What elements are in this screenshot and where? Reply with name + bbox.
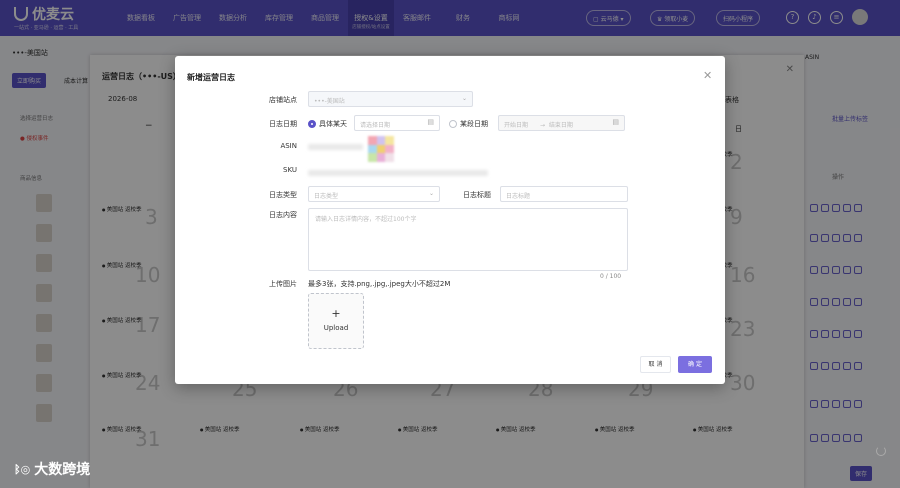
- add-log-dialog: 新增运营日志 ✕ 店铺站点 •••-美国站 ⌄ 日志日期 具体某天 请选择日期 …: [175, 56, 725, 384]
- watermark-logo-icon: ᛒ◎: [14, 462, 31, 476]
- cancel-button[interactable]: 取 消: [640, 356, 671, 373]
- sku-value-redacted: [308, 170, 488, 176]
- close-icon[interactable]: ✕: [703, 69, 712, 82]
- range-separator: →: [539, 122, 545, 129]
- type-placeholder: 日志类型: [314, 193, 339, 200]
- asin-value-redacted: [308, 144, 363, 150]
- log-content-textarea[interactable]: 请输入日志详情内容，不超过100个字: [308, 208, 628, 271]
- char-counter: 0 / 100: [600, 273, 622, 280]
- content-placeholder: 请输入日志详情内容，不超过100个字: [315, 216, 417, 223]
- radio-label: 具体某天: [319, 120, 347, 128]
- title-placeholder: 日志标题: [506, 193, 531, 200]
- label-content: 日志内容: [269, 211, 297, 219]
- radio-label: 某段日期: [460, 120, 488, 128]
- chevron-down-icon: ⌄: [461, 95, 467, 102]
- date-range-picker[interactable]: 开始日期 → 结束日期 ▤: [498, 115, 625, 131]
- mosaic-tile: [368, 136, 377, 145]
- watermark-text: 大数跨境: [34, 462, 91, 478]
- date-placeholder: 请选择日期: [360, 122, 391, 129]
- label-type: 日志类型: [269, 191, 297, 199]
- range-end: 结束日期: [548, 122, 573, 129]
- upload-label: Upload: [323, 324, 349, 332]
- product-image-redacted: [368, 136, 394, 162]
- log-title-input[interactable]: 日志标题: [500, 186, 628, 202]
- calendar-icon: ▤: [427, 118, 434, 126]
- dialog-title: 新增运营日志: [187, 73, 235, 82]
- label-store: 店铺站点: [269, 96, 297, 104]
- mosaic-tile: [368, 144, 377, 154]
- mosaic-tile: [385, 144, 394, 154]
- loading-spinner-icon: [876, 446, 886, 456]
- confirm-button[interactable]: 确 定: [678, 356, 712, 373]
- plus-icon: +: [331, 307, 341, 320]
- mosaic-tile: [376, 153, 386, 162]
- radio-date-range[interactable]: 某段日期: [449, 119, 488, 129]
- mosaic-tile: [368, 153, 377, 162]
- mosaic-tile: [385, 153, 394, 162]
- mosaic-tile: [376, 136, 386, 145]
- radio-specific-day[interactable]: 具体某天: [308, 119, 347, 129]
- store-value: •••-美国站: [314, 98, 345, 105]
- label-image: 上传图片: [269, 280, 297, 288]
- radio-unchecked-icon: [449, 120, 457, 128]
- upload-hint: 最多3张，支持.png,.jpg,.jpeg大小不超过2M: [308, 280, 451, 288]
- label-asin: ASIN: [280, 142, 297, 150]
- store-select[interactable]: •••-美国站 ⌄: [308, 91, 473, 107]
- range-start: 开始日期: [504, 122, 529, 129]
- date-picker[interactable]: 请选择日期 ▤: [354, 115, 440, 131]
- label-sku: SKU: [283, 166, 297, 174]
- calendar-icon: ▤: [612, 118, 619, 126]
- upload-box[interactable]: + Upload: [308, 293, 364, 349]
- watermark: ᛒ◎ 大数跨境: [14, 459, 90, 479]
- label-date: 日志日期: [269, 120, 297, 128]
- label-title: 日志标题: [463, 191, 491, 199]
- mosaic-tile: [376, 144, 386, 154]
- mosaic-tile: [385, 136, 394, 145]
- log-type-select[interactable]: 日志类型 ⌄: [308, 186, 440, 202]
- radio-checked-icon: [308, 120, 316, 128]
